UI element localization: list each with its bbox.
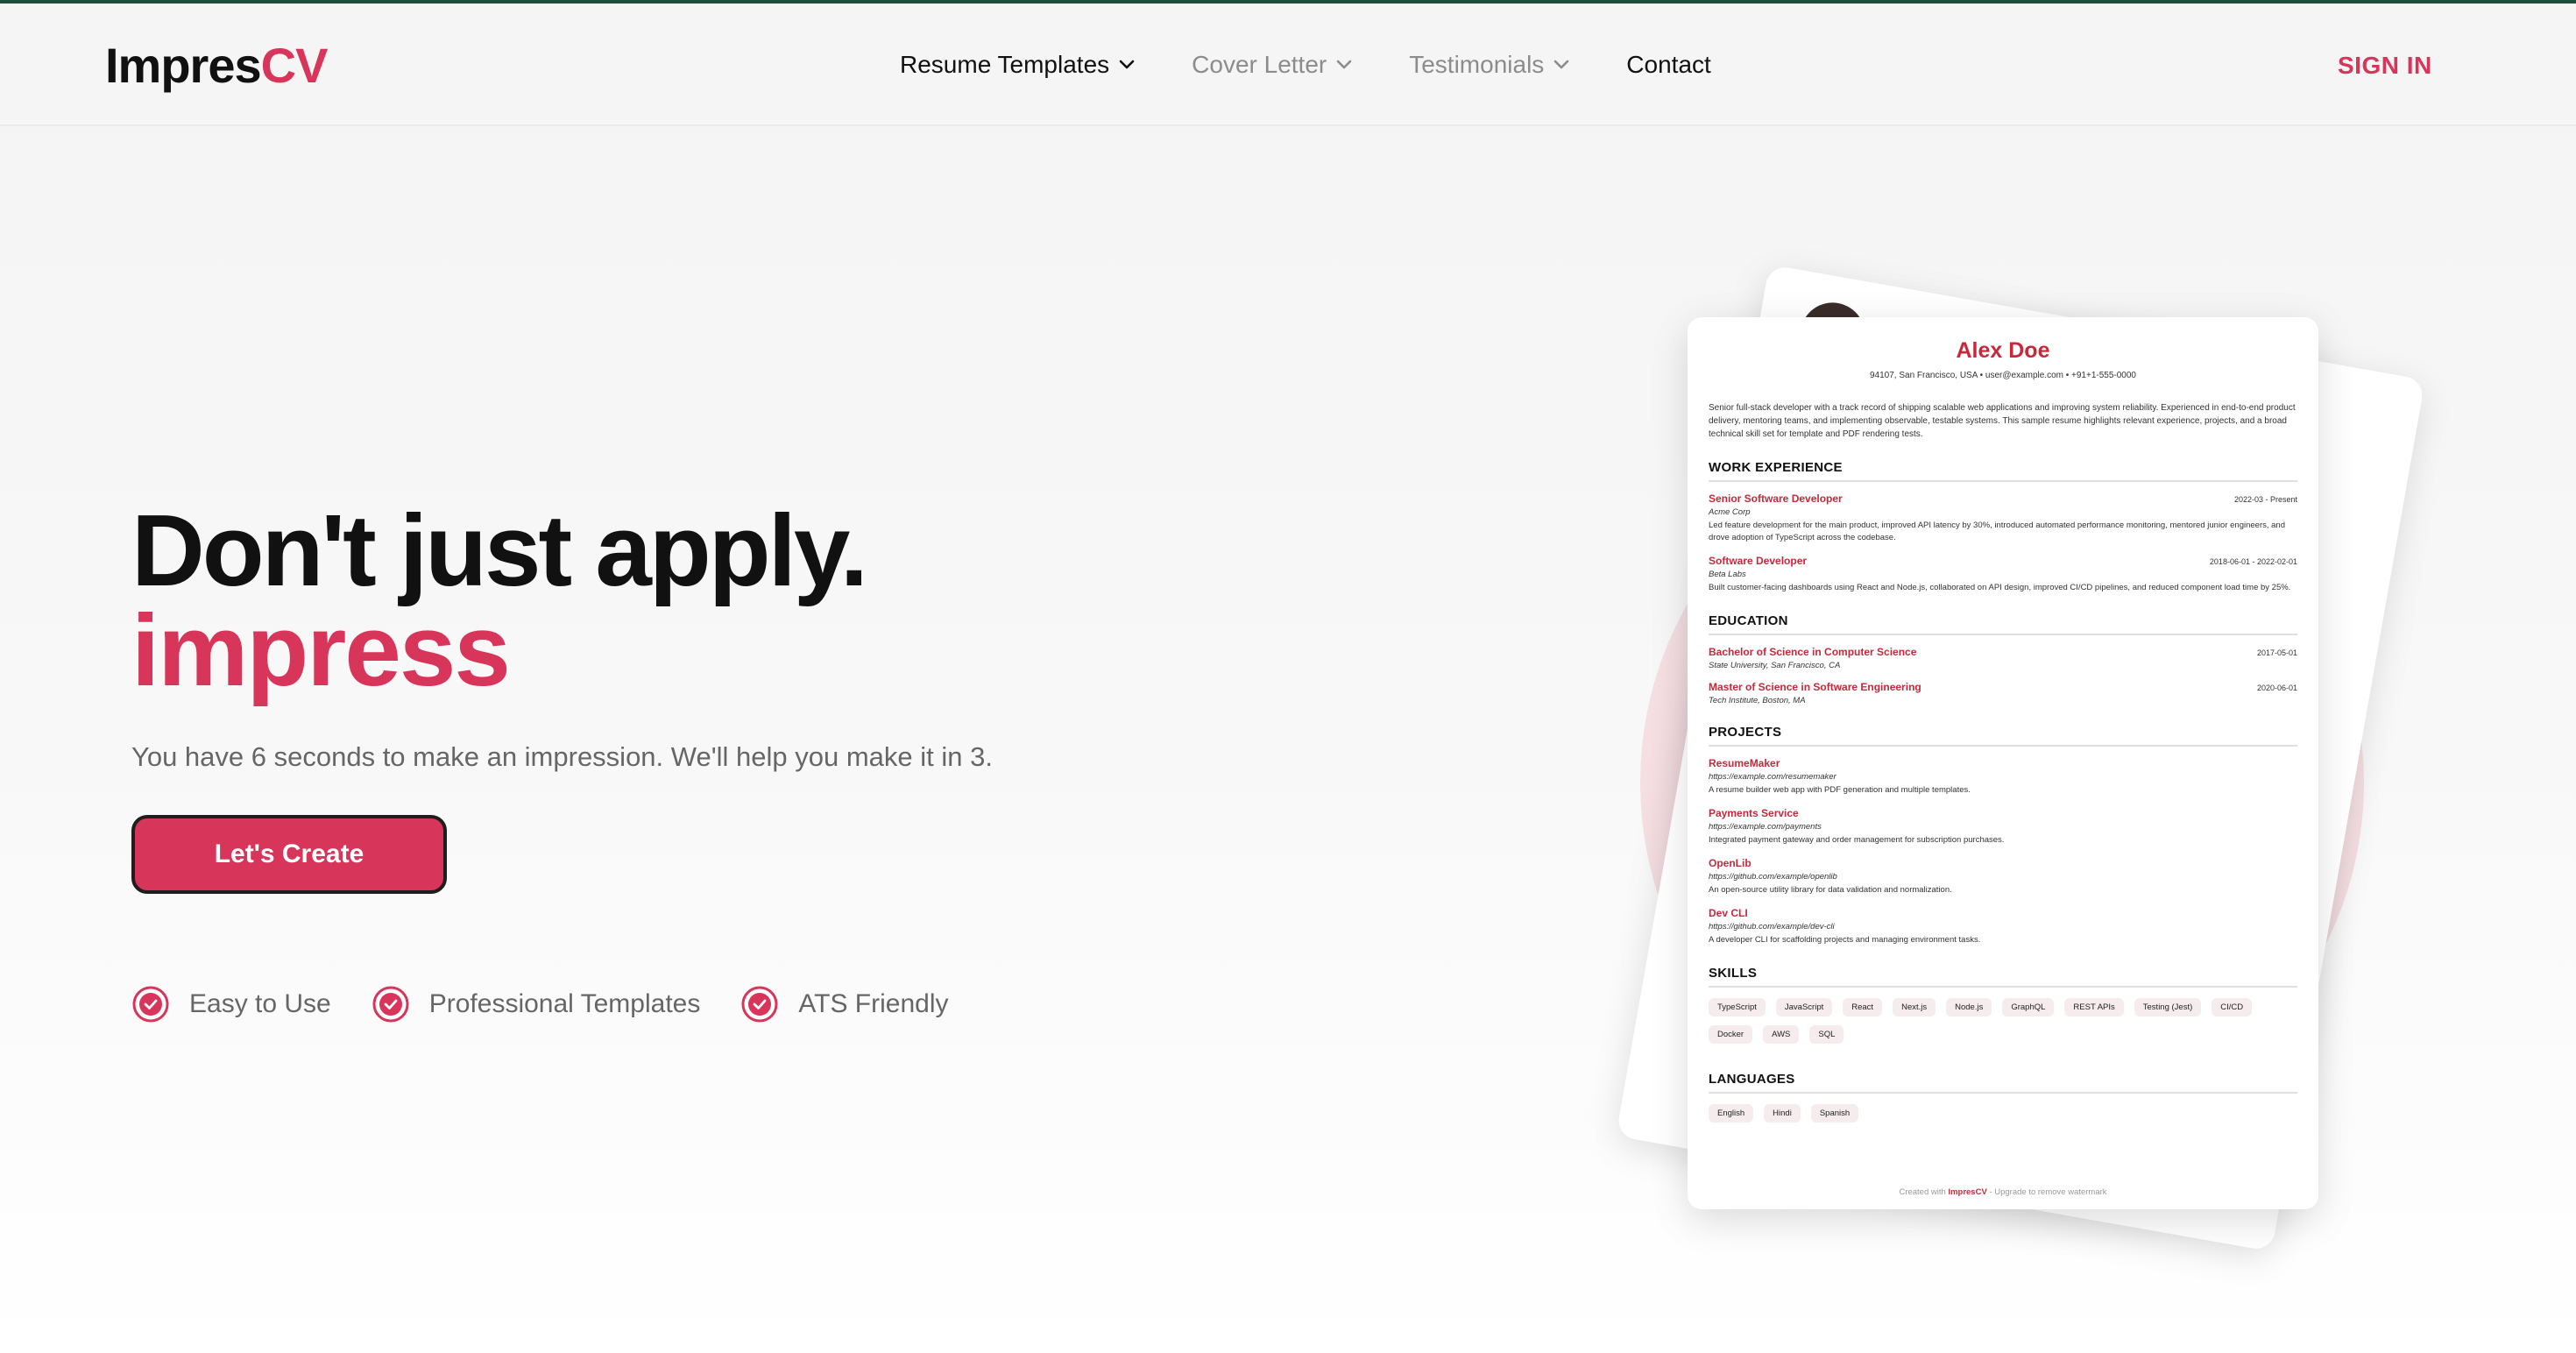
project-desc: Integrated payment gateway and order man… xyxy=(1709,835,2005,845)
feature-list: Easy to Use Professional Templates ATS F… xyxy=(131,985,989,1024)
skill-tag: CI/CD xyxy=(2212,998,2253,1017)
feature-label: Easy to Use xyxy=(189,989,331,1018)
check-circle-icon xyxy=(132,986,169,1023)
work-desc: Built customer-facing dashboards using R… xyxy=(1709,583,2291,592)
education-org: Tech Institute, Boston, MA xyxy=(1709,696,1806,705)
resume-summary: Senior full-stack developer with a track… xyxy=(1709,403,2296,439)
main-nav: Resume Templates Cover Letter Testimonia… xyxy=(900,51,1767,79)
nav-label: Cover Letter xyxy=(1192,51,1327,78)
section-heading-projects: PROJECTS xyxy=(1709,725,2297,747)
chevron-down-icon xyxy=(1553,60,1569,69)
education-date: 2020-06-01 xyxy=(2256,684,2297,692)
nav-resume-templates[interactable]: Resume Templates xyxy=(900,51,1136,79)
skill-tag: SQL xyxy=(1809,1025,1844,1044)
feature-ats-friendly: ATS Friendly xyxy=(740,985,949,1024)
work-title: Senior Software Developer xyxy=(1709,492,1843,505)
hero-subtitle: You have 6 seconds to make an impression… xyxy=(131,741,993,772)
hero-title: Don't just apply. xyxy=(131,493,868,607)
section-heading-education: EDUCATION xyxy=(1709,613,2297,635)
project-url: https://example.com/payments xyxy=(1709,822,1822,832)
project-desc: A developer CLI for scaffolding projects… xyxy=(1709,935,1981,945)
watermark-brand: ImpresCV xyxy=(1948,1187,1987,1197)
languages-list: English Hindi Spanish xyxy=(1709,1104,2269,1131)
work-org: Acme Corp xyxy=(1709,507,1751,517)
skill-tag: GraphQL xyxy=(2002,998,2055,1017)
project-title: ResumeMaker xyxy=(1709,757,1780,769)
nav-contact[interactable]: Contact xyxy=(1626,51,1711,79)
skill-tag: React xyxy=(1843,998,1883,1017)
section-heading-languages: LANGUAGES xyxy=(1709,1072,2297,1094)
check-circle-icon xyxy=(372,986,409,1023)
resume-contact: 94107, San Francisco, USA • user@example… xyxy=(1870,371,2136,380)
work-item: Software Developer 2018-06-01 - 2022-02-0… xyxy=(1709,555,2297,594)
section-heading-work: WORK EXPERIENCE xyxy=(1709,460,2297,482)
logo[interactable]: ImpresCV xyxy=(105,37,329,94)
education-item: Master of Science in Software Engineerin… xyxy=(1709,681,2297,705)
education-title: Bachelor of Science in Computer Science xyxy=(1709,646,1917,658)
watermark-suffix: - Upgrade to remove watermark xyxy=(1989,1187,2107,1197)
skill-tag: REST APIs xyxy=(2064,998,2124,1017)
skill-tag: Testing (Jest) xyxy=(2134,998,2202,1017)
work-date: 2018-06-01 - 2022-02-01 xyxy=(2209,557,2297,566)
work-title: Software Developer xyxy=(1709,555,1808,567)
feature-label: Professional Templates xyxy=(428,989,701,1018)
skill-tag: TypeScript xyxy=(1709,998,1766,1017)
language-tag: Hindi xyxy=(1764,1104,1801,1123)
work-org: Beta Labs xyxy=(1709,570,1746,579)
skill-tag: JavaScript xyxy=(1775,998,1833,1017)
project-desc: A resume builder web app with PDF genera… xyxy=(1709,785,1971,795)
section-heading-skills: SKILLS xyxy=(1709,966,2297,988)
feature-easy-to-use: Easy to Use xyxy=(131,985,331,1024)
nav-testimonials[interactable]: Testimonials xyxy=(1409,51,1570,79)
project-title: OpenLib xyxy=(1709,857,1752,869)
chevron-down-icon xyxy=(1119,60,1135,69)
project-title: Dev CLI xyxy=(1709,907,1748,919)
skill-tag: Docker xyxy=(1709,1025,1753,1044)
feature-professional-templates: Professional Templates xyxy=(372,985,701,1024)
skill-tag: Next.js xyxy=(1893,998,1936,1017)
nav-label: Contact xyxy=(1626,51,1711,78)
sign-in-link[interactable]: SIGN IN xyxy=(2338,52,2432,80)
chevron-down-icon xyxy=(1336,60,1352,69)
skill-tag: AWS xyxy=(1763,1025,1800,1044)
education-title: Master of Science in Software Engineerin… xyxy=(1709,681,1921,693)
education-org: State University, San Francisco, CA xyxy=(1709,661,1841,670)
feature-label: ATS Friendly xyxy=(798,989,949,1018)
skills-list: TypeScript JavaScript React Next.js Node… xyxy=(1709,998,2269,1052)
language-tag: Spanish xyxy=(1810,1104,1859,1123)
resume-preview: Alex Doe 94107, San Francisco, USA • use… xyxy=(1688,317,2318,1209)
nav-label: Resume Templates xyxy=(900,51,1110,78)
project-url: https://example.com/resumemaker xyxy=(1709,772,1836,782)
work-date: 2022-03 - Present xyxy=(2233,495,2297,504)
education-date: 2017-05-01 xyxy=(2256,648,2297,657)
language-tag: English xyxy=(1709,1104,1754,1123)
skill-tag: Node.js xyxy=(1946,998,1992,1017)
watermark-prefix: Created with xyxy=(1899,1187,1946,1197)
hero-accent-word: impress xyxy=(131,593,511,707)
project-title: Payments Service xyxy=(1709,807,1799,819)
project-item: Dev CLI https://github.com/example/dev-c… xyxy=(1709,907,2297,946)
work-item: Senior Software Developer 2022-03 - Prese… xyxy=(1709,492,2297,544)
nav-cover-letter[interactable]: Cover Letter xyxy=(1192,51,1353,79)
lets-create-button[interactable]: Let's Create xyxy=(131,815,447,894)
project-item: Payments Service https://example.com/pay… xyxy=(1709,807,2297,847)
education-item: Bachelor of Science in Computer Science 2… xyxy=(1709,646,2297,670)
resume-name: Alex Doe xyxy=(1956,338,2050,363)
logo-accent: CV xyxy=(260,38,329,93)
work-desc: Led feature development for the main pro… xyxy=(1709,521,2285,542)
project-url: https://github.com/example/openlib xyxy=(1709,872,1837,882)
resume-watermark: Created with ImpresCV - Upgrade to remov… xyxy=(1688,1187,2318,1197)
project-item: ResumeMaker https://example.com/resumema… xyxy=(1709,757,2297,797)
logo-main: Impres xyxy=(105,38,262,93)
nav-label: Testimonials xyxy=(1409,51,1545,78)
project-item: OpenLib https://github.com/example/openl… xyxy=(1709,857,2297,896)
project-desc: An open-source utility library for data … xyxy=(1709,885,1952,895)
project-url: https://github.com/example/dev-cli xyxy=(1709,922,1835,932)
check-circle-icon xyxy=(741,986,778,1023)
site-header: ImpresCV Resume Templates Cover Letter T… xyxy=(0,4,2576,126)
